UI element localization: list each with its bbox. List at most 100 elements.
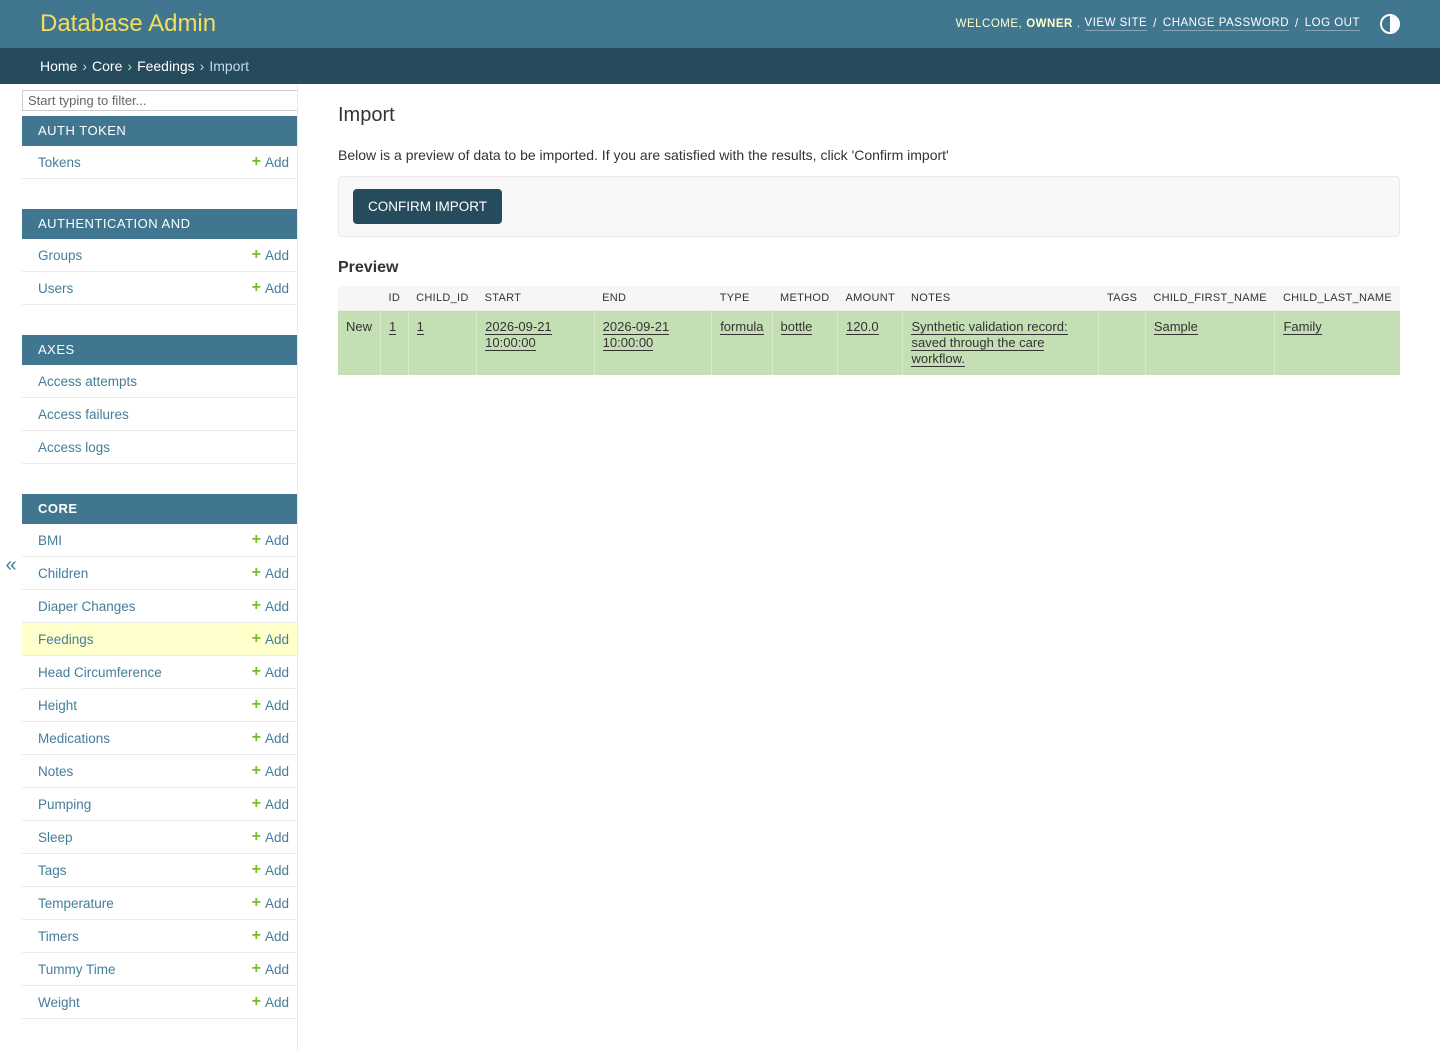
add-link[interactable]: + Add bbox=[252, 697, 289, 713]
cell-status: New bbox=[338, 310, 381, 375]
add-link[interactable]: + Add bbox=[252, 154, 289, 170]
plus-icon: + bbox=[251, 729, 261, 746]
add-link[interactable]: + Add bbox=[252, 532, 289, 548]
plus-icon: + bbox=[251, 279, 261, 296]
add-label: Add bbox=[264, 730, 289, 746]
add-link[interactable]: + Add bbox=[252, 796, 289, 812]
add-link[interactable]: + Add bbox=[252, 928, 289, 944]
module-caption[interactable]: Auth Token bbox=[22, 116, 297, 146]
cell-start: 2026-09-21 10:00:00 bbox=[476, 310, 595, 375]
add-label: Add bbox=[264, 247, 289, 263]
add-link[interactable]: + Add bbox=[252, 994, 289, 1010]
theme-toggle-icon[interactable] bbox=[1380, 14, 1400, 34]
add-label: Add bbox=[264, 895, 289, 911]
breadcrumb: Home › Core › Feedings › Import bbox=[0, 48, 1440, 84]
model-link[interactable]: Access logs bbox=[38, 440, 110, 455]
add-link[interactable]: + Add bbox=[252, 664, 289, 680]
add-label: Add bbox=[264, 664, 289, 680]
welcome-text: Welcome, bbox=[955, 18, 1023, 30]
cell-notes: Synthetic validation record: saved throu… bbox=[902, 310, 1099, 375]
model-link[interactable]: Timers bbox=[38, 929, 79, 944]
add-link[interactable]: + Add bbox=[252, 961, 289, 977]
plus-icon: + bbox=[251, 246, 261, 263]
cell-child-id: 1 bbox=[407, 310, 477, 375]
module-authentication-and-authorization: Authentication and Authorization Groups + A… bbox=[22, 209, 297, 305]
module-caption[interactable]: Core bbox=[22, 494, 297, 524]
module-caption[interactable]: Axes bbox=[22, 335, 297, 365]
sidebar-item-pumping: Pumping + Add bbox=[22, 788, 297, 821]
model-link[interactable]: Sleep bbox=[38, 830, 73, 845]
site-header: Database Admin Welcome, owner. View site… bbox=[0, 0, 1440, 48]
plus-icon: + bbox=[251, 762, 261, 779]
model-link[interactable]: Temperature bbox=[38, 896, 114, 911]
add-link[interactable]: + Add bbox=[252, 631, 289, 647]
cell-end: 2026-09-21 10:00:00 bbox=[593, 310, 712, 375]
model-link[interactable]: Tokens bbox=[38, 155, 81, 170]
column-header-status bbox=[338, 286, 381, 311]
model-link[interactable]: Notes bbox=[38, 764, 73, 779]
model-link[interactable]: Tummy Time bbox=[38, 962, 116, 977]
add-link[interactable]: + Add bbox=[252, 598, 289, 614]
add-link[interactable]: + Add bbox=[252, 862, 289, 878]
model-link[interactable]: Access failures bbox=[38, 407, 129, 422]
model-link[interactable]: Diaper Changes bbox=[38, 599, 136, 614]
add-link[interactable]: + Add bbox=[252, 829, 289, 845]
plus-icon: + bbox=[251, 153, 261, 170]
add-link[interactable]: + Add bbox=[252, 565, 289, 581]
column-header-type: TYPE bbox=[711, 286, 773, 311]
breadcrumb-separator: › bbox=[199, 58, 205, 74]
sidebar-item-users: Users + Add bbox=[22, 272, 297, 305]
cell-value: 2026-09-21 10:00:00 bbox=[485, 319, 552, 351]
table-header-row: ID CHILD_ID START END TYPE METHOD AMOUNT NOTES T… bbox=[338, 286, 1400, 311]
breadcrumb-home[interactable]: Home bbox=[40, 58, 77, 74]
collapse-sidebar-icon[interactable]: « bbox=[0, 554, 22, 577]
sidebar-item-access-failures: Access failures bbox=[22, 398, 297, 431]
add-link[interactable]: + Add bbox=[252, 763, 289, 779]
breadcrumb-model[interactable]: Feedings bbox=[137, 58, 195, 74]
model-link[interactable]: Medications bbox=[38, 731, 110, 746]
app-modules: Auth Token Tokens + Add Authentication and A… bbox=[22, 116, 297, 1019]
change-password-link[interactable]: Change password bbox=[1162, 17, 1290, 31]
add-link[interactable]: + Add bbox=[252, 895, 289, 911]
plus-icon: + bbox=[251, 597, 261, 614]
column-header-child-last-name: CHILD_LAST_NAME bbox=[1274, 286, 1400, 311]
add-link[interactable]: + Add bbox=[252, 730, 289, 746]
add-label: Add bbox=[264, 796, 289, 812]
model-link[interactable]: Pumping bbox=[38, 797, 91, 812]
plus-icon: + bbox=[251, 663, 261, 680]
column-header-tags: TAGS bbox=[1098, 286, 1146, 311]
column-header-method: METHOD bbox=[772, 286, 838, 311]
model-link[interactable]: Height bbox=[38, 698, 77, 713]
model-link[interactable]: BMI bbox=[38, 533, 62, 548]
model-link[interactable]: Head Circumference bbox=[38, 665, 162, 680]
sidebar-item-access-logs: Access logs bbox=[22, 431, 297, 464]
add-label: Add bbox=[264, 829, 289, 845]
cell-value: 1 bbox=[389, 319, 397, 335]
module-caption[interactable]: Authentication and Authorization bbox=[22, 209, 297, 261]
model-link[interactable]: Users bbox=[38, 281, 73, 296]
plus-icon: + bbox=[251, 828, 261, 845]
nav-filter-input[interactable] bbox=[22, 90, 297, 111]
confirm-import-button[interactable]: Confirm import bbox=[353, 189, 502, 224]
cell-value: Synthetic validation record: saved throu… bbox=[911, 319, 1068, 367]
breadcrumb-current: Import bbox=[209, 58, 250, 74]
add-link[interactable]: + Add bbox=[252, 247, 289, 263]
add-label: Add bbox=[264, 532, 289, 548]
breadcrumb-app[interactable]: Core bbox=[92, 58, 122, 74]
cell-value: Family bbox=[1283, 319, 1322, 335]
model-link[interactable]: Feedings bbox=[38, 632, 94, 647]
model-link[interactable]: Tags bbox=[38, 863, 67, 878]
column-header-notes: NOTES bbox=[902, 286, 1099, 311]
log-out-link[interactable]: Log out bbox=[1304, 17, 1360, 31]
site-branding[interactable]: Database Admin bbox=[40, 10, 216, 38]
view-site-link[interactable]: View site bbox=[1084, 17, 1148, 31]
model-link[interactable]: Children bbox=[38, 566, 88, 581]
model-link[interactable]: Groups bbox=[38, 248, 82, 263]
add-label: Add bbox=[264, 154, 289, 170]
add-link[interactable]: + Add bbox=[252, 280, 289, 296]
add-label: Add bbox=[264, 697, 289, 713]
model-link[interactable]: Weight bbox=[38, 995, 80, 1010]
model-link[interactable]: Access attempts bbox=[38, 374, 137, 389]
add-label: Add bbox=[264, 763, 289, 779]
plus-icon: + bbox=[251, 696, 261, 713]
